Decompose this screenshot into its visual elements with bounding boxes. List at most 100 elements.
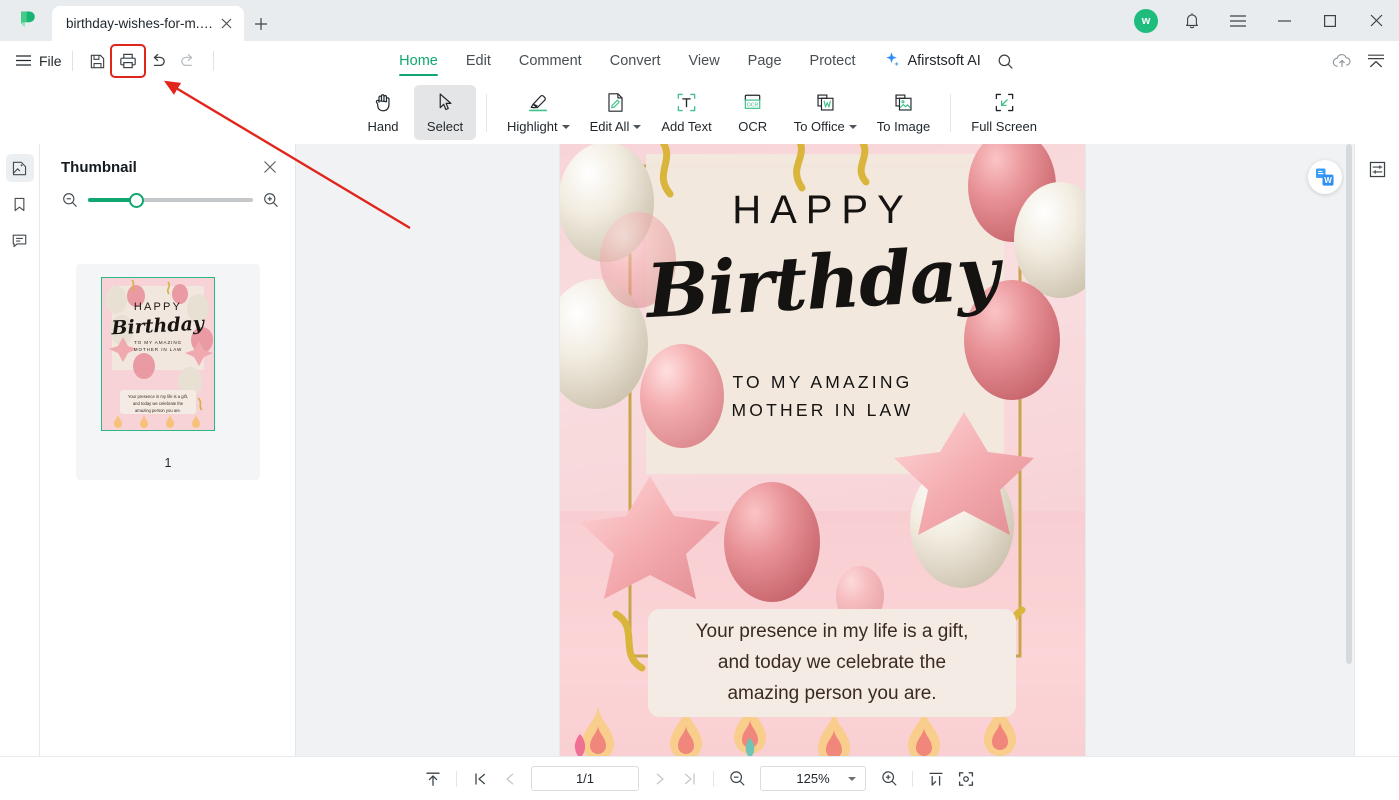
sliders-icon[interactable] [1364, 156, 1390, 182]
afirstsoft-ai-label: Afirstsoft AI [907, 53, 981, 69]
ribbon-toolbar: Hand Select Highlight Edit All Add Text … [0, 81, 1399, 144]
search-icon[interactable] [997, 53, 1014, 70]
ocr-icon: OCR [741, 88, 765, 116]
prev-page-button[interactable] [495, 765, 525, 793]
hand-icon [372, 88, 395, 116]
first-page-button[interactable] [465, 765, 495, 793]
hamburger-icon[interactable] [1215, 0, 1261, 41]
ribbon-item-to-office[interactable]: To Office [784, 85, 867, 140]
zoom-in-button[interactable] [874, 765, 904, 793]
sidebar-item-thumbnail[interactable] [5, 154, 34, 182]
scrollbar-thumb[interactable] [1346, 144, 1352, 664]
slider-knob[interactable] [129, 192, 145, 208]
file-menu-button[interactable]: File [16, 53, 62, 69]
vertical-scrollbar[interactable] [1344, 144, 1354, 756]
tab-convert[interactable]: Convert [596, 44, 675, 78]
tab-home[interactable]: Home [385, 44, 452, 78]
afirstsoft-ai-button[interactable]: Afirstsoft AI [869, 51, 988, 72]
ribbon-item-edit-all[interactable]: Edit All [580, 85, 652, 140]
ribbon-item-add-text[interactable]: Add Text [651, 85, 721, 140]
tab-view[interactable]: View [675, 44, 734, 78]
to-word-icon [814, 88, 837, 116]
page-number-value: 1/1 [575, 771, 595, 786]
sidebar-item-bookmark[interactable] [6, 190, 34, 218]
last-page-button[interactable] [675, 765, 705, 793]
tab-page-label: Page [747, 53, 782, 69]
zoom-out-button[interactable] [722, 765, 752, 793]
svg-text:MOTHER IN LAW: MOTHER IN LAW [134, 347, 183, 352]
zoom-level-select[interactable]: 125% [760, 766, 866, 791]
chevron-down-icon[interactable] [633, 124, 642, 129]
avatar-initial: w [1134, 8, 1158, 33]
tab-home-label: Home [399, 53, 438, 69]
chevron-down-icon[interactable] [848, 776, 856, 781]
zoom-in-icon[interactable] [263, 192, 279, 208]
sparkle-icon [883, 51, 900, 72]
redo-button[interactable] [173, 47, 203, 75]
close-icon[interactable] [216, 14, 236, 34]
thumbnail-zoom-row [40, 176, 295, 208]
cloud-upload-icon[interactable] [1327, 47, 1357, 75]
document-page[interactable]: HAPPY Birthday TO MY AMAZING MOTHER IN L… [560, 144, 1085, 756]
tab-comment-label: Comment [518, 53, 582, 69]
save-button[interactable] [83, 47, 113, 75]
chevron-down-icon[interactable] [561, 124, 570, 129]
card-message-line: and today we celebrate the [717, 651, 947, 673]
ribbon-item-to-image[interactable]: To Image [867, 85, 940, 140]
add-text-icon [675, 88, 698, 116]
ribbon-item-full-screen[interactable]: Full Screen [961, 85, 1047, 140]
tab-comment[interactable]: Comment [505, 44, 596, 78]
fit-page-button[interactable] [951, 765, 981, 793]
page-number-input[interactable]: 1/1 [531, 766, 639, 791]
close-icon[interactable] [1353, 0, 1399, 41]
document-canvas[interactable]: HAPPY Birthday TO MY AMAZING MOTHER IN L… [296, 144, 1354, 756]
ribbon-item-select[interactable]: Select [414, 85, 476, 140]
tab-page[interactable]: Page [734, 44, 796, 78]
undo-button[interactable] [143, 47, 173, 75]
ribbon-item-ocr-label: OCR [738, 119, 768, 134]
thumbnail-page-card[interactable]: HAPPY Birthday TO MY AMAZING MOTHER IN L… [76, 264, 260, 480]
status-bar: 1/1 125% [0, 756, 1399, 800]
file-menu-label: File [39, 53, 62, 69]
svg-text:TO MY AMAZING: TO MY AMAZING [134, 340, 182, 345]
next-page-button[interactable] [645, 765, 675, 793]
convert-to-word-icon[interactable]: W [1308, 160, 1342, 194]
tab-protect[interactable]: Protect [796, 44, 870, 78]
ribbon-item-ocr[interactable]: OCR OCR [722, 85, 784, 140]
minimize-icon[interactable] [1261, 0, 1307, 41]
thumbnail-panel-header: Thumbnail [40, 144, 295, 176]
card-subtitle-line1: TO MY AMAZING [732, 372, 913, 392]
zoom-out-icon[interactable] [62, 192, 78, 208]
avatar[interactable]: w [1123, 0, 1169, 41]
bell-icon[interactable] [1169, 0, 1215, 41]
scroll-to-top-icon[interactable] [418, 765, 448, 793]
app-window: birthday-wishes-for-m... * w File Home E… [0, 0, 1399, 800]
sidebar-item-comment[interactable] [6, 226, 34, 254]
ribbon-item-highlight-label: Highlight [507, 119, 570, 134]
title-bar: birthday-wishes-for-m... * w [0, 0, 1399, 41]
greeting-card-artwork: HAPPY Birthday TO MY AMAZING MOTHER IN L… [560, 144, 1085, 756]
ribbon-item-highlight[interactable]: Highlight [497, 85, 580, 140]
chevron-down-icon[interactable] [848, 124, 857, 129]
thumbnail-page-number: 1 [164, 456, 172, 470]
thumbnail-zoom-slider[interactable] [88, 192, 253, 208]
right-tool-panel [1354, 144, 1399, 756]
cursor-icon [434, 88, 457, 116]
new-tab-button[interactable] [244, 6, 278, 41]
maximize-icon[interactable] [1307, 0, 1353, 41]
left-icon-rail [0, 144, 40, 756]
menu-row-right-actions [1327, 41, 1391, 81]
thumbnail-page-image[interactable]: HAPPY Birthday TO MY AMAZING MOTHER IN L… [101, 277, 215, 431]
print-button[interactable] [109, 44, 146, 78]
document-tab-title: birthday-wishes-for-m... * [66, 16, 216, 31]
divider [486, 93, 487, 132]
document-tab[interactable]: birthday-wishes-for-m... * [52, 6, 244, 41]
close-icon[interactable] [261, 158, 279, 176]
card-message-line: amazing person you are. [727, 682, 937, 704]
ribbon-item-hand[interactable]: Hand [352, 85, 414, 140]
collapse-ribbon-icon[interactable] [1361, 47, 1391, 75]
tab-edit[interactable]: Edit [452, 44, 505, 78]
tab-convert-label: Convert [609, 53, 661, 69]
fit-width-button[interactable] [921, 765, 951, 793]
ribbon-item-select-label: Select [426, 119, 464, 134]
